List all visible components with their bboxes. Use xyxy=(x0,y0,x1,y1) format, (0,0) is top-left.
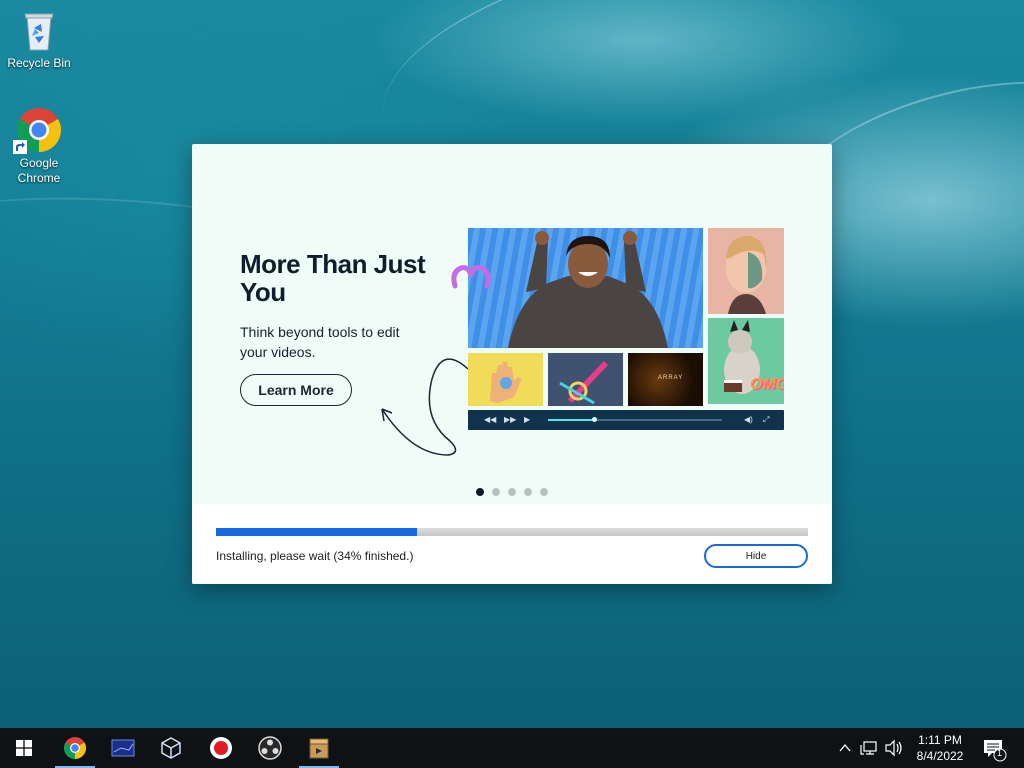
rewind-icon[interactable]: ◀◀ xyxy=(484,415,496,424)
terminal-icon xyxy=(111,739,135,757)
chrome-icon xyxy=(64,737,86,759)
play-icon[interactable]: ▶ xyxy=(524,415,530,424)
network-icon xyxy=(860,741,877,755)
desktop-icon-recycle-bin[interactable]: Recycle Bin xyxy=(1,6,77,71)
hand-tile xyxy=(468,353,543,406)
shortcut-arrow-icon xyxy=(13,140,27,154)
speaker-icon xyxy=(885,739,902,757)
tile-caption: ARRAY xyxy=(658,375,684,381)
installer-window: More Than Just You Think beyond tools to… xyxy=(192,144,832,584)
carousel-dot[interactable] xyxy=(524,488,532,496)
carousel-dots xyxy=(476,488,548,496)
notification-icon xyxy=(984,740,1007,762)
face-paint-tile xyxy=(708,228,784,314)
taskbar-installer[interactable] xyxy=(295,728,343,768)
install-progress-fill xyxy=(216,528,418,536)
obs-icon xyxy=(258,736,282,760)
volume-icon[interactable]: ◀) xyxy=(744,415,753,424)
rocket-tile xyxy=(548,353,623,406)
taskbar-virtualbox[interactable] xyxy=(147,728,195,768)
chrome-icon xyxy=(13,106,63,154)
slide-title: More Than Just You xyxy=(240,249,426,307)
main-video-tile xyxy=(468,228,703,348)
omg-sticker: OMG! xyxy=(750,376,784,393)
taskbar-obs[interactable] xyxy=(246,728,294,768)
chevron-up-icon xyxy=(839,743,851,752)
feature-collage: OMG! ARRAY xyxy=(468,228,808,434)
recycle-bin-icon xyxy=(15,6,63,54)
hide-button[interactable]: Hide xyxy=(704,544,808,568)
taskbar-terminal[interactable] xyxy=(99,728,147,768)
windows-start-icon xyxy=(16,740,32,756)
screen-recorder-icon xyxy=(210,737,232,759)
install-status-text: Installing, please wait (34% finished.) xyxy=(216,549,414,563)
sparkle-text-tile: ARRAY xyxy=(628,353,703,406)
learn-more-button[interactable]: Learn More xyxy=(240,374,352,406)
fullscreen-icon[interactable]: ⤢ xyxy=(763,415,769,425)
taskbar-clock[interactable]: 1:11 PM 8/4/2022 xyxy=(904,732,976,764)
scrubber-knob[interactable] xyxy=(592,417,597,422)
desktop-icon-label: Google Chrome xyxy=(17,156,61,185)
taskbar-chrome[interactable] xyxy=(51,728,99,768)
show-hidden-icons-button[interactable] xyxy=(838,728,856,768)
installer-footer: Installing, please wait (34% finished.) … xyxy=(192,504,832,584)
carousel-dot[interactable] xyxy=(508,488,516,496)
heart-hands-sticker xyxy=(451,265,491,289)
action-center-button[interactable]: 1 xyxy=(980,728,1010,768)
cat-tile: OMG! xyxy=(708,318,784,404)
notification-count-badge: 1 xyxy=(997,748,1003,758)
curved-arrow-illustration xyxy=(381,358,469,456)
clock-date: 8/4/2022 xyxy=(916,749,964,763)
start-button[interactable] xyxy=(0,728,48,768)
scrubber-fill xyxy=(548,419,594,421)
carousel-dot[interactable] xyxy=(476,488,484,496)
virtualbox-icon xyxy=(161,737,181,759)
installer-icon xyxy=(309,738,329,759)
network-status[interactable] xyxy=(860,728,880,768)
video-player-controls: ◀◀ ▶▶ ▶ ◀) ⤢ xyxy=(468,410,784,430)
install-progress-bar xyxy=(216,528,808,536)
step-icon[interactable]: ▶▶ xyxy=(504,415,516,424)
desktop-icon-label: Recycle Bin xyxy=(7,56,71,70)
taskbar-recorder[interactable] xyxy=(197,728,245,768)
volume-control[interactable] xyxy=(884,728,904,768)
carousel-dot[interactable] xyxy=(540,488,548,496)
desktop-icon-google-chrome[interactable]: Google Chrome xyxy=(1,106,77,186)
clock-time: 1:11 PM xyxy=(918,733,962,747)
carousel-dot[interactable] xyxy=(492,488,500,496)
taskbar: 1:11 PM 8/4/2022 1 xyxy=(0,728,1024,768)
